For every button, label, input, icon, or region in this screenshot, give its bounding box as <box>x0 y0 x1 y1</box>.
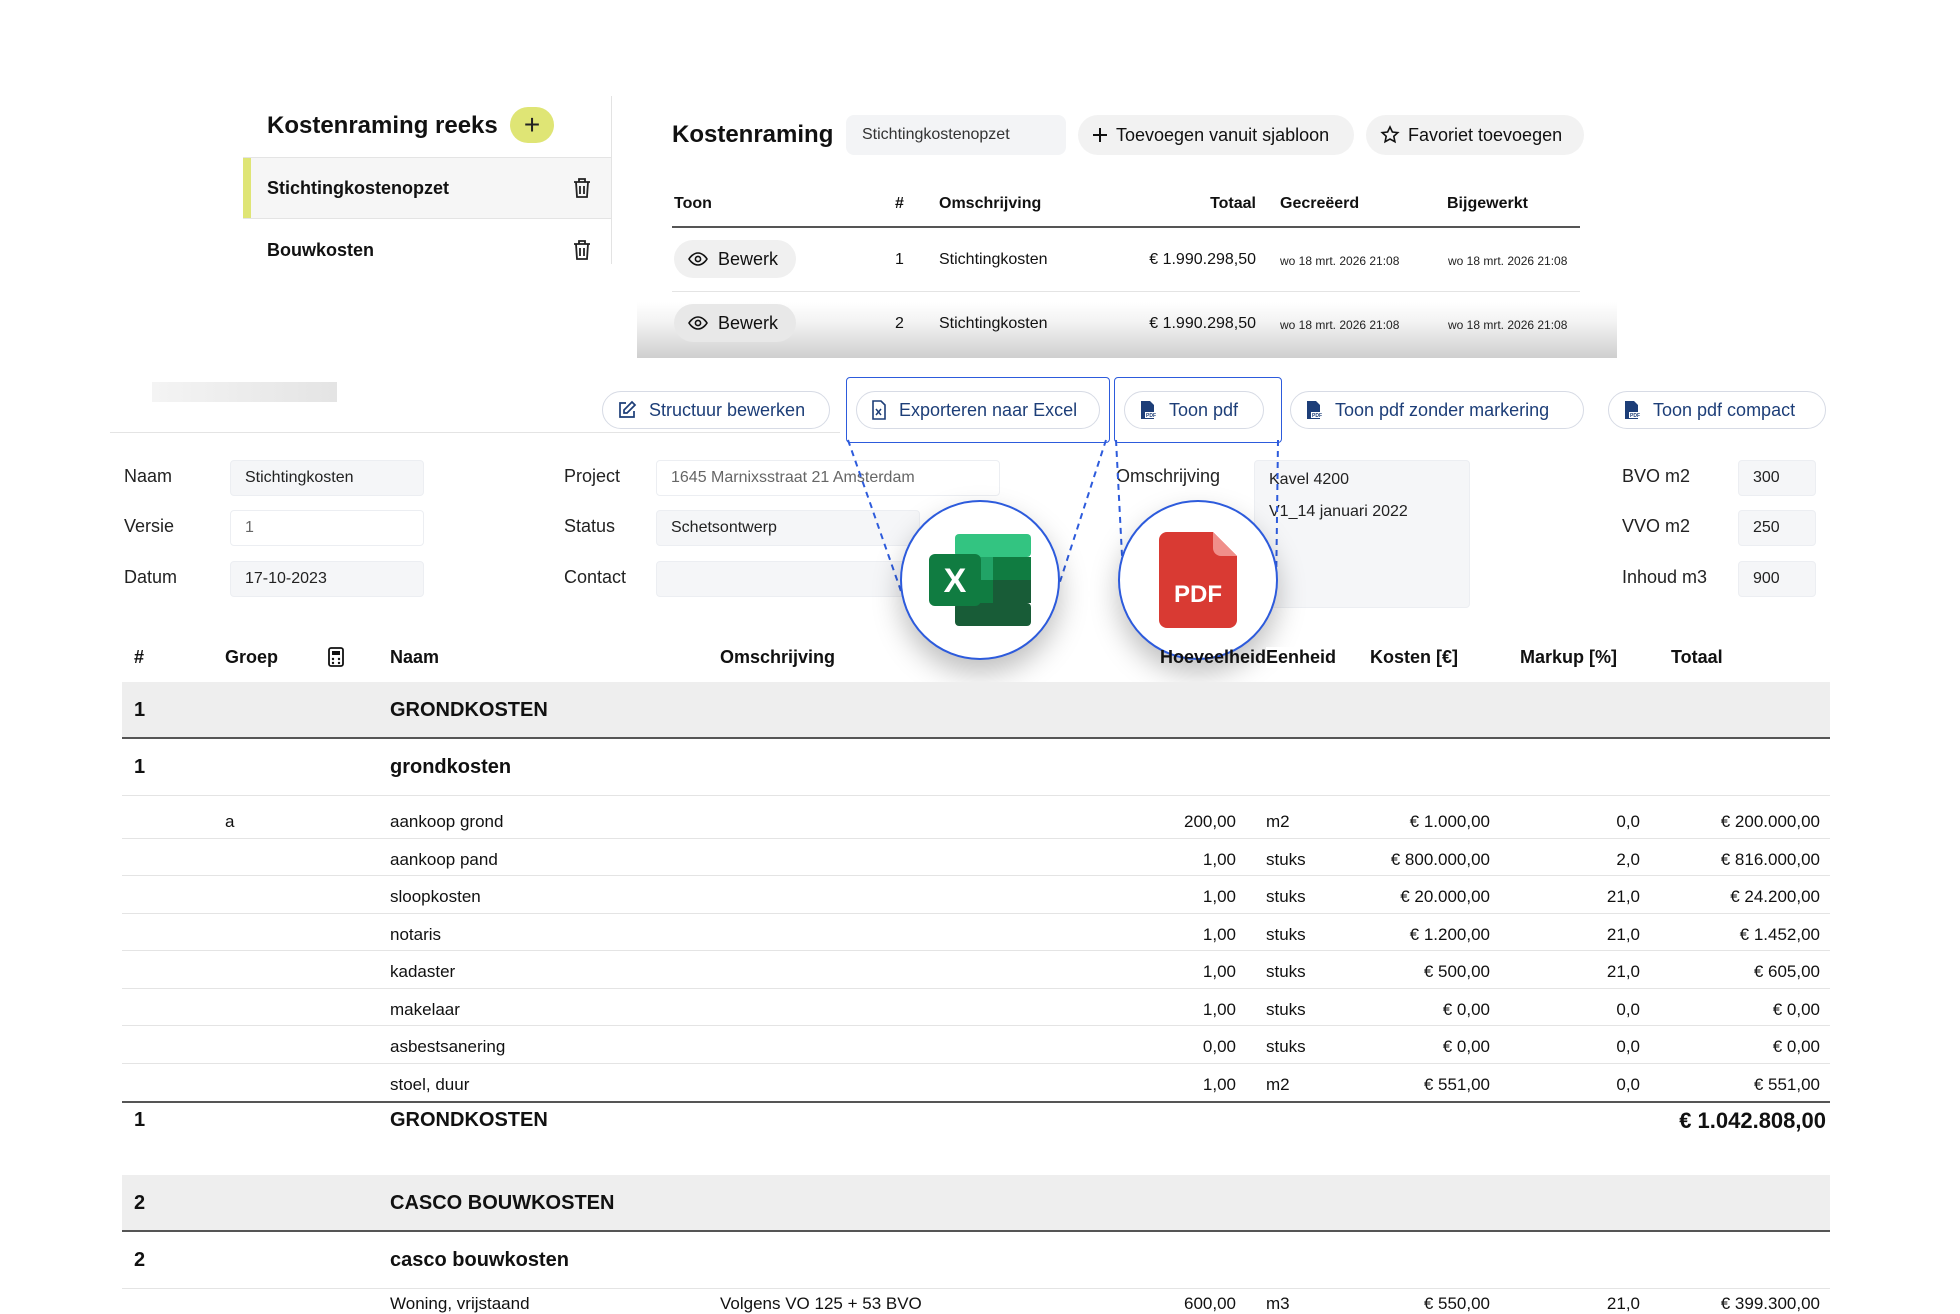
col-hoeveelheid: Hoeveelheid <box>1160 647 1267 667</box>
col-kosten: Kosten [€] <box>1370 647 1459 667</box>
row-totaal: € 399.300,00 <box>1720 1294 1820 1313</box>
row-totaal: € 0,00 <box>1772 1037 1820 1056</box>
row-hoeveelheid: 1,00 <box>1202 887 1236 906</box>
row-hoeveelheid: 1,00 <box>1202 924 1236 944</box>
row-hoeveelheid: 0,00 <box>1202 1037 1236 1056</box>
divider <box>122 1288 1830 1289</box>
row-markup: 0,0 <box>1616 1074 1640 1094</box>
row-markup: 2,0 <box>1616 849 1640 869</box>
group-title: CASCO BOUWKOSTEN <box>390 1192 615 1214</box>
col-totaal: Totaal <box>1671 647 1723 667</box>
row-kosten: € 20.000,00 <box>1400 887 1490 906</box>
pdf-lens: PDF <box>1118 500 1278 660</box>
group-num: 1 <box>134 699 146 721</box>
row-kosten: € 0,00 <box>1442 1037 1490 1056</box>
row-naam: kadaster <box>390 962 456 981</box>
row-hoeveelheid: 1,00 <box>1202 1074 1236 1094</box>
group-title: GRONDKOSTEN <box>390 699 548 721</box>
row-hoeveelheid: 1,00 <box>1202 999 1236 1019</box>
row-naam: asbestsanering <box>390 1037 506 1056</box>
excel-logo-icon: X <box>929 534 1031 626</box>
row-hoeveelheid: 1,00 <box>1202 962 1236 981</box>
pdf-logo-icon: PDF <box>1159 532 1237 628</box>
row-naam: notaris <box>390 924 442 944</box>
row-kosten: € 1.000,00 <box>1409 812 1490 831</box>
row-markup: 21,0 <box>1606 962 1640 981</box>
row-groep: a <box>225 812 235 831</box>
row-totaal: € 0,00 <box>1772 999 1820 1019</box>
group-rule <box>122 1230 1830 1232</box>
row-markup: 21,0 <box>1606 1294 1640 1313</box>
col-eenheid: Eenheid <box>1266 647 1337 668</box>
subgroup-title: grondkosten <box>390 756 512 778</box>
col-naam: Naam <box>390 647 440 667</box>
group-band <box>122 1175 1830 1230</box>
pdf-text: PDF <box>1174 581 1222 608</box>
excel-letter: X <box>944 562 967 600</box>
row-kosten: € 500,00 <box>1423 962 1490 981</box>
row-omschrijving: Volgens VO 125 + 53 BVO <box>720 1294 922 1313</box>
row-totaal: € 200.000,00 <box>1720 812 1820 831</box>
subgroup-num: 2 <box>134 1249 146 1271</box>
row-hoeveelheid: 200,00 <box>1184 812 1236 831</box>
row-kosten: € 1.200,00 <box>1409 924 1490 944</box>
total-num: 1 <box>134 1109 146 1131</box>
row-totaal: € 551,00 <box>1753 1074 1820 1094</box>
row-eenheid: m3 <box>1266 1294 1290 1313</box>
row-naam: makelaar <box>390 999 460 1019</box>
row-naam: Woning, vrijstaand <box>390 1294 530 1313</box>
row-hoeveelheid: 600,00 <box>1184 1294 1236 1313</box>
col-groep: Groep <box>225 647 279 667</box>
row-markup: 0,0 <box>1616 999 1640 1019</box>
row-markup: 21,0 <box>1606 887 1640 906</box>
calculator-icon[interactable] <box>328 647 344 667</box>
total-title: GRONDKOSTEN <box>390 1109 548 1131</box>
row-totaal: € 1.452,00 <box>1739 924 1820 944</box>
row-kosten: € 551,00 <box>1423 1074 1490 1094</box>
row-kosten: € 800.000,00 <box>1390 849 1490 869</box>
col-omschrijving: Omschrijving <box>720 647 836 667</box>
excel-lens: X <box>900 500 1060 660</box>
row-totaal: € 605,00 <box>1753 962 1820 981</box>
total-value: € 1.042.808,00 <box>1679 1108 1826 1133</box>
col-markup: Markup [%] <box>1520 647 1618 667</box>
group-rule <box>122 737 1830 739</box>
row-markup: 21,0 <box>1606 924 1640 944</box>
row-markup: 0,0 <box>1616 812 1640 831</box>
row-kosten: € 0,00 <box>1442 999 1490 1019</box>
subgroup-title: casco bouwkosten <box>390 1249 569 1271</box>
row-markup: 0,0 <box>1616 1037 1640 1056</box>
divider <box>122 795 1830 796</box>
row-totaal: € 24.200,00 <box>1730 887 1820 906</box>
row-totaal: € 816.000,00 <box>1720 849 1820 869</box>
row-naam: aankoop pand <box>390 849 498 869</box>
row-naam: sloopkosten <box>390 887 481 906</box>
group-num: 2 <box>134 1192 146 1214</box>
row-hoeveelheid: 1,00 <box>1202 849 1236 869</box>
row-kosten: € 550,00 <box>1423 1294 1490 1313</box>
row-naam: stoel, duur <box>390 1074 470 1094</box>
total-rule <box>122 1101 1830 1103</box>
col-num: # <box>134 647 145 667</box>
group-band <box>122 682 1830 737</box>
subgroup-num: 1 <box>134 756 146 778</box>
row-naam: aankoop grond <box>390 812 504 831</box>
